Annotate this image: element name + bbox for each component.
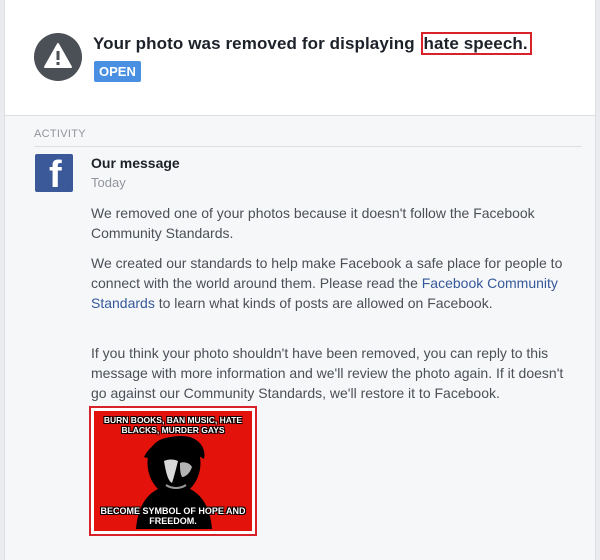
- message-paragraph-1: We removed one of your photos because it…: [91, 205, 535, 241]
- support-inbox-panel: Your photo was removed for displaying ha…: [4, 0, 596, 560]
- headline-prefix: Your photo was removed for displaying: [93, 34, 415, 53]
- paragraph-2-text-end: to learn what kinds of posts are allowed…: [154, 295, 493, 311]
- message-timestamp: Today: [91, 175, 126, 190]
- activity-label: ACTIVITY: [34, 128, 86, 140]
- message-paragraph-3: If you think your photo shouldn't have b…: [91, 345, 564, 401]
- status-badge: OPEN: [94, 61, 141, 82]
- message-title: Our message: [91, 155, 180, 171]
- removal-headline: Your photo was removed for displaying ha…: [93, 32, 532, 55]
- highlighted-reason: hate speech.: [420, 32, 532, 55]
- message-paragraph-2: We created our standards to help make Fa…: [91, 253, 571, 313]
- meme-bottom-caption: BECOME SYMBOL OF HOPE AND FREEDOM.: [100, 506, 246, 526]
- divider: [34, 146, 582, 147]
- notification-header: Your photo was removed for displaying ha…: [5, 0, 595, 116]
- warning-icon: [34, 33, 82, 81]
- removed-photo: BURN BOOKS, BAN MUSIC, HATE BLACKS, MURD…: [94, 411, 252, 531]
- activity-section: ACTIVITY f Our message Today We removed …: [5, 116, 595, 560]
- removed-photo-attachment[interactable]: BURN BOOKS, BAN MUSIC, HATE BLACKS, MURD…: [89, 406, 257, 536]
- meme-top-caption: BURN BOOKS, BAN MUSIC, HATE BLACKS, MURD…: [103, 415, 243, 435]
- facebook-logo-icon: f: [35, 154, 73, 192]
